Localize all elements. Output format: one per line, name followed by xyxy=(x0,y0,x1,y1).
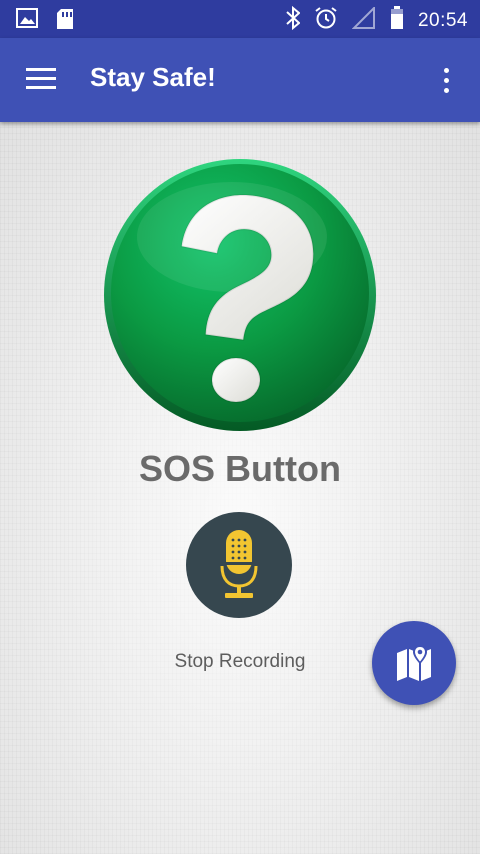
sos-button-label: SOS Button xyxy=(139,448,341,489)
question-mark-icon xyxy=(104,159,376,431)
screen: 20:54 Stay Safe! SOS Button Stop Recordi… xyxy=(0,0,480,854)
sd-card-icon xyxy=(56,8,74,35)
alarm-icon xyxy=(314,6,338,35)
app-title: Stay Safe! xyxy=(90,62,216,92)
sos-button[interactable] xyxy=(102,157,378,433)
record-button[interactable] xyxy=(186,512,292,618)
signal-icon xyxy=(351,5,376,34)
microphone-icon xyxy=(220,530,258,598)
bluetooth-icon xyxy=(286,5,301,35)
image-icon xyxy=(16,8,38,35)
main-content: SOS Button Stop Recording xyxy=(0,122,480,854)
map-icon xyxy=(397,645,431,681)
status-time: 20:54 xyxy=(417,9,468,31)
app-bar: Stay Safe! xyxy=(0,38,480,122)
map-button[interactable] xyxy=(372,621,456,705)
more-vert-icon[interactable] xyxy=(440,66,452,96)
battery-icon xyxy=(390,6,404,35)
status-bar: 20:54 xyxy=(0,0,480,38)
hamburger-menu-icon[interactable] xyxy=(26,68,58,92)
